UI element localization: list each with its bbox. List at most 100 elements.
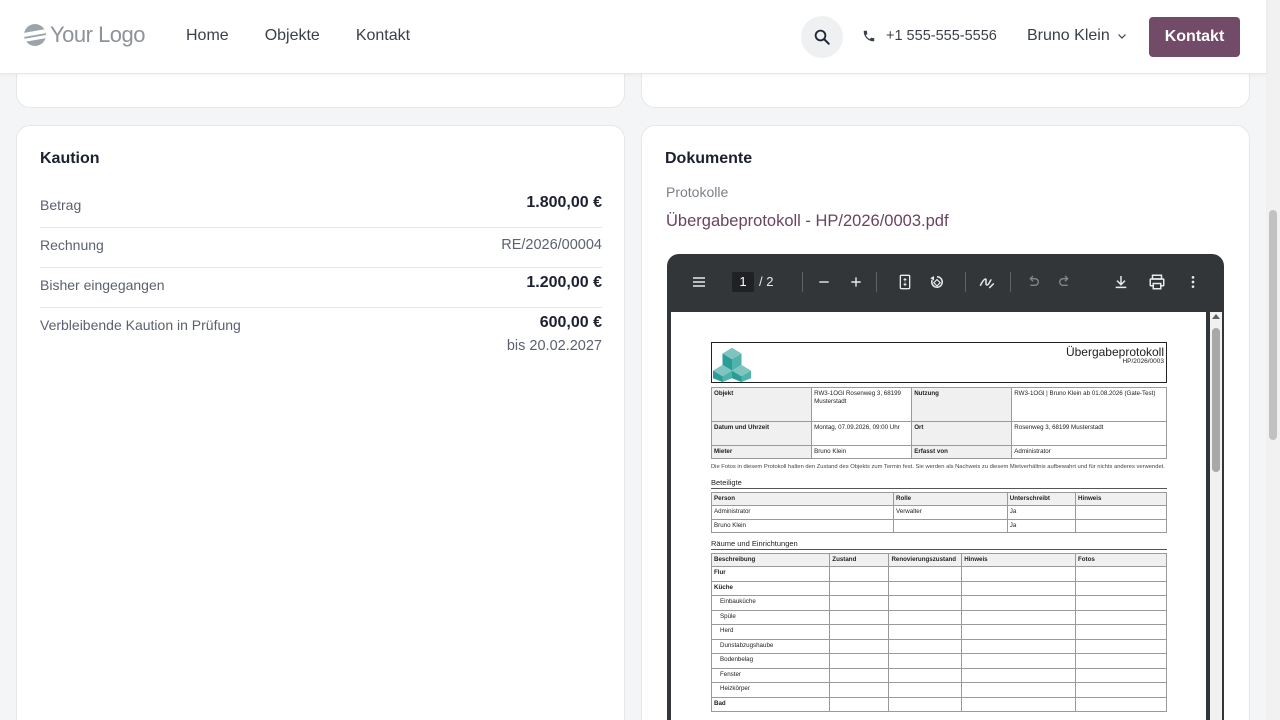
deposit-label: Bisher eingegangen	[40, 277, 165, 293]
site-header: Your Logo Home Objekte Kontakt +1 555-55…	[0, 0, 1266, 74]
room-cell	[961, 668, 1076, 684]
room-cell	[888, 668, 963, 684]
room-cell	[1074, 595, 1168, 611]
room-cell	[888, 566, 963, 582]
room-name-cell: Spüle	[710, 610, 831, 626]
phone-link[interactable]: +1 555-555-5556	[862, 28, 997, 44]
logo[interactable]: Your Logo	[24, 22, 146, 48]
table-row: Administrator Verwalter Ja	[711, 505, 1167, 520]
participants-header: Person	[711, 492, 894, 507]
participant-cell: Verwalter	[893, 505, 1008, 520]
deposit-label: Verbleibende Kaution in Prüfung	[40, 317, 241, 333]
rooms-header: Beschreibung	[710, 553, 831, 568]
documents-title: Dokumente	[665, 150, 753, 167]
nav-home[interactable]: Home	[186, 27, 229, 45]
document-file-link[interactable]: Übergabeprotokoll - HP/2026/0003.pdf	[666, 212, 949, 231]
room-name-cell: Einbauküche	[710, 595, 831, 611]
page-scrollbar[interactable]	[1266, 0, 1280, 720]
toolbar-divider	[876, 272, 877, 292]
deposit-row-amount: Betrag 1.800,00 €	[40, 188, 602, 228]
deposit-card: Kaution Betrag 1.800,00 € Rechnung RE/20…	[16, 125, 625, 720]
deposit-value-group: 600,00 € bis 20.02.2027	[507, 314, 602, 354]
search-button[interactable]	[801, 16, 843, 58]
pdf-scrollbar[interactable]	[1210, 312, 1222, 720]
table-row: Fenster	[710, 668, 1168, 684]
phone-icon	[863, 30, 875, 42]
room-name-cell: Fenster	[710, 668, 831, 684]
deposit-row-remaining: Verbleibende Kaution in Prüfung 600,00 €…	[40, 308, 602, 370]
company-cube-logo-icon	[713, 347, 751, 382]
room-cell	[829, 697, 890, 713]
room-cell	[1074, 653, 1168, 669]
doc-number: HP/2026/0003	[1122, 358, 1164, 365]
info-value: Montag, 07.09.2026, 09:00 Uhr	[811, 421, 913, 446]
zoom-in-icon[interactable]	[846, 272, 866, 292]
info-value: Rosenweg 3, 68199 Musterstadt	[1011, 421, 1167, 446]
participant-cell	[893, 518, 1008, 534]
print-icon[interactable]	[1147, 272, 1167, 292]
chevron-down-icon	[1117, 34, 1126, 39]
info-label: Nutzung	[911, 387, 1013, 422]
room-name-cell: Heizkörper	[710, 682, 831, 698]
participant-cell	[1075, 518, 1167, 534]
deposit-label: Betrag	[40, 197, 82, 213]
rotate-icon[interactable]	[927, 272, 947, 292]
pdf-page-input[interactable]: 1	[732, 272, 754, 292]
room-cell	[1074, 581, 1168, 597]
room-cell	[1074, 697, 1168, 713]
nav-objekte[interactable]: Objekte	[265, 27, 320, 45]
rooms-header: Renovierungszustand	[888, 553, 963, 568]
info-label: Datum und Uhrzeit	[710, 421, 813, 446]
rooms-body: Flur Küche Einbauküche Spüle Herd Dunstabzugs…	[710, 566, 1168, 713]
room-cell	[1074, 566, 1168, 582]
logo-text: Your Logo	[50, 22, 146, 47]
info-value: RW3-1OGl Rosenweg 3, 68199 Musterstadt	[811, 387, 913, 422]
menu-icon[interactable]	[689, 272, 709, 292]
download-icon[interactable]	[1111, 272, 1131, 292]
user-menu[interactable]: Bruno Klein	[1027, 27, 1128, 45]
user-name: Bruno Klein	[1027, 27, 1110, 44]
pdf-scroll-thumb[interactable]	[1212, 328, 1220, 472]
fit-page-icon[interactable]	[895, 272, 915, 292]
room-name-cell: Bodenbelag	[710, 653, 831, 669]
pdf-page: Übergabeprotokoll HP/2026/0003 Objekt RW…	[671, 312, 1206, 720]
table-row: Dunstabzugshaube	[710, 639, 1168, 655]
deposit-due-date: bis 20.02.2027	[506, 338, 602, 354]
room-cell	[888, 581, 963, 597]
undo-icon[interactable]	[1023, 272, 1043, 292]
room-cell	[829, 639, 890, 655]
annotate-icon[interactable]	[977, 272, 997, 292]
info-value: Administrator	[1011, 444, 1167, 460]
participants-header: Rolle	[893, 492, 1008, 507]
pdf-page-total: / 2	[759, 274, 774, 289]
room-name-cell: Dunstabzugshaube	[710, 639, 831, 655]
page-scroll-thumb[interactable]	[1269, 210, 1277, 440]
room-cell	[829, 653, 890, 669]
room-cell	[829, 682, 890, 698]
room-cell	[961, 595, 1076, 611]
room-cell	[961, 682, 1076, 698]
table-row: Einbauküche	[710, 595, 1168, 611]
zoom-out-icon[interactable]	[814, 272, 834, 292]
search-icon	[814, 29, 830, 45]
room-cell	[829, 581, 890, 597]
scroll-up-arrow-icon[interactable]	[1212, 314, 1220, 319]
room-cell	[888, 624, 963, 640]
redo-icon[interactable]	[1055, 272, 1075, 292]
room-cell	[1074, 639, 1168, 655]
participants-heading: Beteiligte	[711, 478, 1167, 490]
room-cell	[829, 595, 890, 611]
more-options-icon[interactable]	[1183, 272, 1203, 292]
nav-kontakt[interactable]: Kontakt	[356, 27, 410, 45]
logo-mark-icon	[24, 24, 46, 46]
rooms-heading: Räume und Einrichtungen	[711, 539, 1167, 551]
participants-table: Person Rolle Unterschreibt Hinweis Admin…	[711, 492, 1167, 534]
contact-button[interactable]: Kontakt	[1149, 17, 1240, 57]
info-label: Objekt	[710, 387, 813, 422]
participant-cell	[1075, 505, 1167, 520]
rooms-header: Hinweis	[961, 553, 1076, 568]
room-cell	[888, 610, 963, 626]
toolbar-divider	[1010, 272, 1011, 292]
deposit-row-received: Bisher eingegangen 1.200,00 €	[40, 268, 602, 308]
deposit-row-invoice: Rechnung RE/2026/00004	[40, 228, 602, 268]
